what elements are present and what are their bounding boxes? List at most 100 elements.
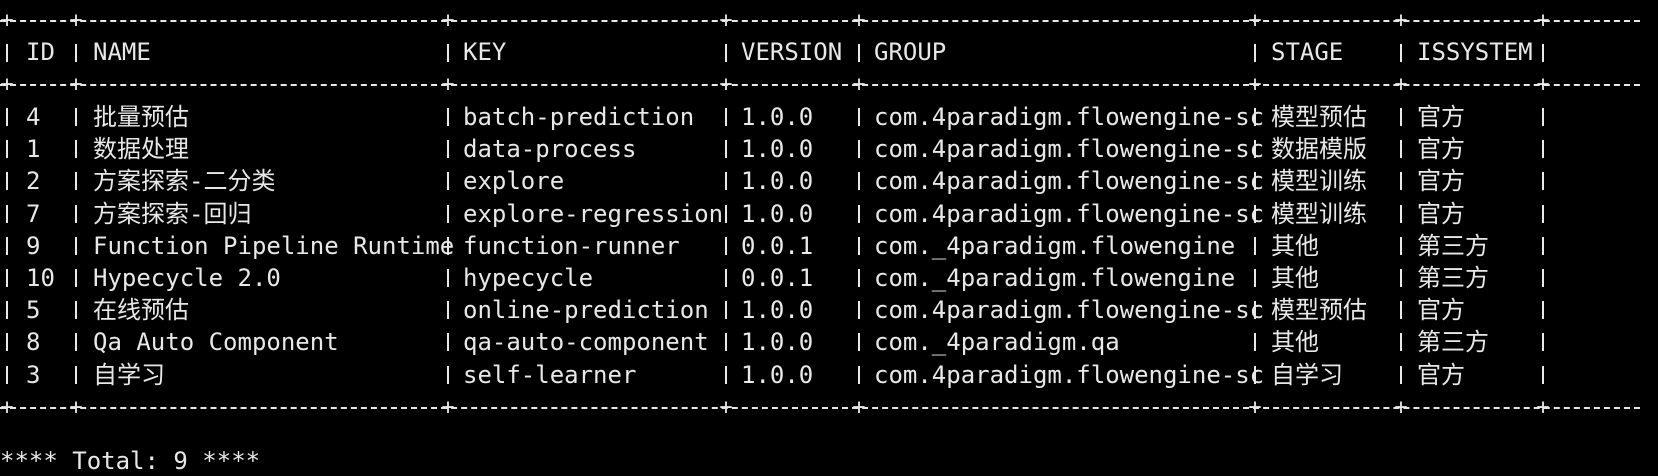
table-row[interactable]: 10 Hypecycle 2.0 hypecycle 0.0.1 com._4parad… — [0, 261, 1640, 295]
table-row[interactable]: 3 自学习 self-learner 1.0.0 com.4paradigm.flowe… — [0, 358, 1640, 392]
cell-version: 1.0.0 — [741, 135, 814, 164]
cell-issystem: 官方 — [1417, 360, 1465, 389]
table-row[interactable]: 9 Function Pipeline Runtime function-runne… — [0, 229, 1640, 263]
table-row[interactable]: 7 方案探索-回归 explore-regression 1.0.0 com.4para… — [0, 197, 1640, 231]
cell-key: explore — [463, 167, 565, 196]
column-separator — [725, 269, 727, 287]
cell-id: 3 — [26, 360, 41, 389]
column-separator — [6, 44, 8, 62]
cell-stage: 模型训练 — [1271, 167, 1367, 196]
cell-issystem: 官方 — [1417, 103, 1465, 131]
cell-name: 数据处理 — [93, 135, 189, 164]
column-separator — [1542, 301, 1544, 320]
cell-key: hypecycle — [463, 264, 594, 292]
cell-name: Function Pipeline Runtime — [93, 231, 455, 260]
cell-id: 5 — [26, 296, 41, 325]
cell-id: 4 — [26, 103, 41, 131]
rule-corner: + — [69, 8, 83, 33]
column-separator — [1400, 333, 1402, 352]
cell-key: batch-prediction — [463, 103, 695, 131]
table-row[interactable]: 8 Qa Auto Component qa-auto-component 1.0.0… — [0, 325, 1640, 359]
column-separator — [6, 140, 8, 159]
rule-corner: + — [852, 72, 866, 97]
header-group: GROUP — [874, 38, 947, 66]
terminal-window[interactable]: + + + + + + + + ID NAME KEY VERSION GROUP STAGE ISSYST… — [0, 0, 1658, 475]
cell-id: 10 — [26, 264, 55, 292]
cell-id: 7 — [26, 199, 41, 228]
rule-corner: + — [1394, 8, 1408, 33]
column-separator — [1400, 269, 1402, 287]
rule-corner: + — [1248, 395, 1262, 420]
column-separator — [725, 108, 727, 126]
rule-corner: + — [1536, 395, 1550, 420]
column-separator — [447, 172, 449, 191]
column-separator — [858, 333, 860, 352]
table-row[interactable]: 1 数据处理 data-process 1.0.0 com.4paradigm.flow… — [0, 132, 1640, 166]
column-separator — [1400, 301, 1402, 320]
column-separator — [725, 44, 727, 62]
column-separator — [858, 172, 860, 191]
cell-stage: 其他 — [1271, 328, 1319, 357]
column-separator — [6, 365, 8, 384]
cell-version: 1.0.0 — [741, 328, 814, 357]
cell-version: 1.0.0 — [741, 167, 814, 196]
column-separator — [1542, 236, 1544, 255]
cell-key: self-learner — [463, 360, 637, 389]
column-separator — [725, 365, 727, 384]
rule-corner: + — [1394, 395, 1408, 420]
column-separator — [1254, 333, 1256, 352]
column-separator — [1400, 44, 1402, 62]
cell-key: data-process — [463, 135, 637, 164]
rule-corner: + — [719, 395, 733, 420]
rule-corner: + — [1536, 72, 1550, 97]
column-separator — [6, 236, 8, 255]
cell-key: online-prediction — [463, 296, 709, 325]
column-separator — [75, 269, 77, 287]
column-separator — [725, 172, 727, 191]
rule-corner: + — [719, 8, 733, 33]
rule-corner: + — [441, 395, 455, 420]
table-row[interactable]: 2 方案探索-二分类 explore 1.0.0 com.4paradigm.flowe… — [0, 164, 1640, 198]
column-separator — [1400, 365, 1402, 384]
column-separator — [75, 44, 77, 62]
column-separator — [447, 204, 449, 223]
column-separator — [725, 333, 727, 352]
column-separator — [1254, 236, 1256, 255]
column-separator — [725, 140, 727, 159]
column-separator — [75, 204, 77, 223]
column-separator — [447, 269, 449, 287]
column-separator — [447, 140, 449, 159]
column-separator — [725, 236, 727, 255]
cell-issystem: 第三方 — [1417, 264, 1489, 292]
table-row[interactable]: 4 批量预估 batch-prediction 1.0.0 com.4paradigm.… — [0, 100, 1640, 134]
cell-group: com.4paradigm.flowengine-sc — [874, 296, 1265, 325]
column-separator — [1542, 365, 1544, 384]
cell-stage: 模型预估 — [1271, 103, 1367, 131]
column-separator — [1400, 108, 1402, 126]
header-separator: + + + + + + + + — [0, 68, 1640, 102]
column-separator — [1542, 333, 1544, 352]
rule-corner: + — [1248, 8, 1262, 33]
column-separator — [6, 301, 8, 320]
column-separator — [75, 108, 77, 126]
cell-issystem: 第三方 — [1417, 231, 1489, 260]
column-separator — [75, 365, 77, 384]
column-separator — [858, 301, 860, 320]
table-row[interactable]: 5 在线预估 online-prediction 1.0.0 com.4paradigm… — [0, 293, 1640, 327]
cell-group: com._4paradigm.flowengine — [874, 264, 1236, 292]
column-separator — [858, 108, 860, 126]
column-separator — [6, 172, 8, 191]
cell-name: 在线预估 — [93, 296, 189, 325]
cell-group: com.4paradigm.flowengine-sc — [874, 135, 1265, 164]
cell-issystem: 官方 — [1417, 296, 1465, 325]
column-separator — [447, 333, 449, 352]
rule-corner: + — [441, 72, 455, 97]
column-separator — [1542, 204, 1544, 223]
column-separator — [6, 269, 8, 287]
column-separator — [6, 333, 8, 352]
column-separator — [1542, 269, 1544, 287]
column-separator — [1400, 236, 1402, 255]
cell-issystem: 官方 — [1417, 135, 1465, 164]
rule-corner: + — [0, 72, 14, 97]
column-separator — [6, 204, 8, 223]
